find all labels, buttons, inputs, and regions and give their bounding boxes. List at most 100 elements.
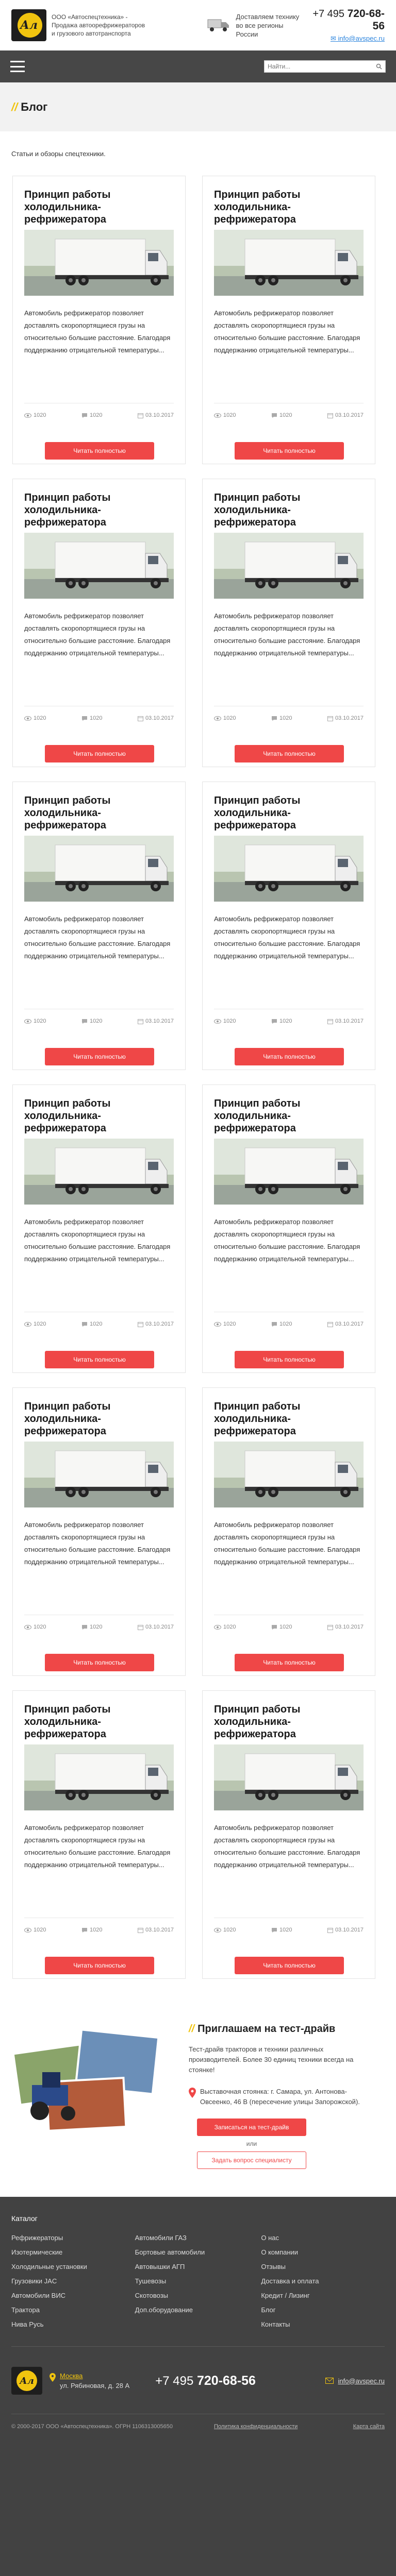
card-title[interactable]: Принцип работы холодильника-рефрижератор… xyxy=(24,794,174,831)
read-more-button[interactable]: Читать полностью xyxy=(45,442,154,460)
footer-link[interactable]: О компании xyxy=(261,2245,385,2260)
eye-icon xyxy=(24,413,31,418)
testdrive-signup-button[interactable]: Записаться на тест-драйв xyxy=(197,2119,306,2136)
card-image[interactable] xyxy=(24,1442,174,1507)
card-title[interactable]: Принцип работы холодильника-рефрижератор… xyxy=(214,492,364,528)
card-image[interactable] xyxy=(24,1139,174,1205)
read-more-button[interactable]: Читать полностью xyxy=(235,1048,344,1065)
post-date: 03.10.2017 xyxy=(137,715,174,721)
card-image[interactable] xyxy=(24,533,174,599)
footer-link[interactable]: Блог xyxy=(261,2303,385,2317)
privacy-link[interactable]: Политика конфиденциальности xyxy=(214,2424,298,2430)
read-more-button[interactable]: Читать полностью xyxy=(45,745,154,762)
blog-card[interactable]: Принцип работы холодильника-рефрижератор… xyxy=(202,1387,375,1676)
post-date: 03.10.2017 xyxy=(327,1927,364,1933)
blog-card[interactable]: Принцип работы холодильника-рефрижератор… xyxy=(12,1084,186,1373)
eye-icon xyxy=(24,716,31,721)
card-title[interactable]: Принцип работы холодильника-рефрижератор… xyxy=(214,1400,364,1437)
read-more-button[interactable]: Читать полностью xyxy=(45,1351,154,1368)
footer-link[interactable]: Доп.оборудование xyxy=(135,2303,259,2317)
footer-link[interactable]: О нас xyxy=(261,2231,385,2245)
footer-email[interactable]: info@avspec.ru xyxy=(325,2377,385,2385)
header-phone[interactable]: +7 495 720-68-56 xyxy=(303,8,385,32)
footer-phone[interactable]: +7 495 720-68-56 xyxy=(155,2374,256,2388)
comments-count: 1020 xyxy=(81,1927,102,1933)
read-more-button[interactable]: Читать полностью xyxy=(235,745,344,762)
blog-card[interactable]: Принцип работы холодильника-рефрижератор… xyxy=(12,1387,186,1676)
read-more-button[interactable]: Читать полностью xyxy=(235,1957,344,1974)
ask-specialist-button[interactable]: Задать вопрос специалисту xyxy=(197,2151,306,2169)
card-image[interactable] xyxy=(24,230,174,296)
card-image[interactable] xyxy=(214,230,364,296)
blog-card[interactable]: Принцип работы холодильника-рефрижератор… xyxy=(202,176,375,464)
footer-link[interactable]: Грузовики JAC xyxy=(11,2274,135,2289)
footer-link[interactable]: Автовышки АГП xyxy=(135,2260,259,2274)
search-input[interactable] xyxy=(265,61,373,72)
blog-card[interactable]: Принцип работы холодильника-рефрижератор… xyxy=(12,782,186,1070)
card-title[interactable]: Принцип работы холодильника-рефрижератор… xyxy=(24,1097,174,1134)
refrigerator-truck-image xyxy=(24,1442,174,1507)
views-value: 1020 xyxy=(34,412,46,418)
read-more-button[interactable]: Читать полностью xyxy=(235,442,344,460)
calendar-icon xyxy=(137,1624,143,1630)
card-image[interactable] xyxy=(214,1139,364,1205)
comments-count: 1020 xyxy=(81,715,102,721)
card-title[interactable]: Принцип работы холодильника-рефрижератор… xyxy=(24,492,174,528)
comment-icon xyxy=(271,1019,277,1024)
search-icon[interactable] xyxy=(373,61,385,72)
views-count: 1020 xyxy=(24,1018,46,1024)
read-more-button[interactable]: Читать полностью xyxy=(45,1957,154,1974)
card-image[interactable] xyxy=(214,836,364,902)
read-more-button[interactable]: Читать полностью xyxy=(235,1654,344,1671)
footer-link[interactable]: Нива Русь xyxy=(11,2317,135,2332)
footer-link[interactable]: Скотовозы xyxy=(135,2289,259,2303)
comment-icon xyxy=(81,1321,87,1327)
footer-link[interactable]: Рефрижераторы xyxy=(11,2231,135,2245)
blog-card[interactable]: Принцип работы холодильника-рефрижератор… xyxy=(12,479,186,767)
blog-card[interactable]: Принцип работы холодильника-рефрижератор… xyxy=(202,782,375,1070)
card-title[interactable]: Принцип работы холодильника-рефрижератор… xyxy=(24,1703,174,1740)
card-title[interactable]: Принцип работы холодильника-рефрижератор… xyxy=(214,189,364,225)
footer-link[interactable]: Тушевозы xyxy=(135,2274,259,2289)
card-image[interactable] xyxy=(214,1744,364,1810)
footer-logo[interactable]: Ал xyxy=(11,2367,42,2395)
comment-icon xyxy=(81,1927,87,1933)
card-title[interactable]: Принцип работы холодильника-рефрижератор… xyxy=(214,794,364,831)
card-title[interactable]: Принцип работы холодильника-рефрижератор… xyxy=(214,1703,364,1740)
logo[interactable]: Ал xyxy=(11,9,47,41)
card-image[interactable] xyxy=(214,533,364,599)
read-more-button[interactable]: Читать полностью xyxy=(235,1351,344,1368)
card-image[interactable] xyxy=(24,836,174,902)
footer-link[interactable]: Автомобили ВИС xyxy=(11,2289,135,2303)
blog-card[interactable]: Принцип работы холодильника-рефрижератор… xyxy=(202,1084,375,1373)
footer-link[interactable]: Изотермические xyxy=(11,2245,135,2260)
blog-card[interactable]: Принцип работы холодильника-рефрижератор… xyxy=(202,479,375,767)
footer-link[interactable]: Контакты xyxy=(261,2317,385,2332)
blog-card[interactable]: Принцип работы холодильника-рефрижератор… xyxy=(12,1690,186,1979)
read-more-button[interactable]: Читать полностью xyxy=(45,1048,154,1065)
comments-value: 1020 xyxy=(89,1018,103,1024)
header-email[interactable]: ✉ info@avspec.ru xyxy=(303,35,385,43)
read-more-button[interactable]: Читать полностью xyxy=(45,1654,154,1671)
footer-link[interactable]: Автомобили ГАЗ xyxy=(135,2231,259,2245)
menu-icon[interactable] xyxy=(10,61,25,72)
footer-city[interactable]: Москва xyxy=(60,2372,129,2380)
views-count: 1020 xyxy=(214,1018,236,1024)
card-title[interactable]: Принцип работы холодильника-рефрижератор… xyxy=(24,189,174,225)
calendar-icon xyxy=(327,1321,333,1327)
card-image[interactable] xyxy=(214,1442,364,1507)
footer-link[interactable]: Холодильные установки xyxy=(11,2260,135,2274)
footer-link[interactable]: Отзывы xyxy=(261,2260,385,2274)
footer-link[interactable]: Бортовые автомобили xyxy=(135,2245,259,2260)
card-title[interactable]: Принцип работы холодильника-рефрижератор… xyxy=(214,1097,364,1134)
footer-link[interactable]: Доставка и оплата xyxy=(261,2274,385,2289)
footer-link[interactable]: Трактора xyxy=(11,2303,135,2317)
refrigerator-truck-image xyxy=(214,836,364,902)
card-title[interactable]: Принцип работы холодильника-рефрижератор… xyxy=(24,1400,174,1437)
sitemap-link[interactable]: Карта сайта xyxy=(353,2424,385,2430)
blog-card[interactable]: Принцип работы холодильника-рефрижератор… xyxy=(202,1690,375,1979)
footer-link[interactable]: Кредит / Лизинг xyxy=(261,2289,385,2303)
card-image[interactable] xyxy=(24,1744,174,1810)
calendar-icon xyxy=(137,1321,143,1327)
blog-card[interactable]: Принцип работы холодильника-рефрижератор… xyxy=(12,176,186,464)
